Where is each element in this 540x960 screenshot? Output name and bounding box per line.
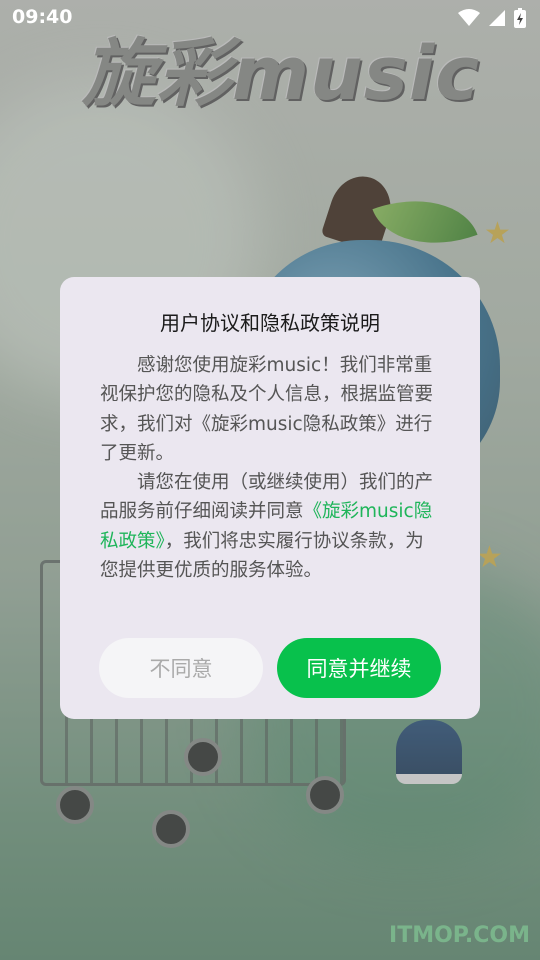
status-time: 09:40 xyxy=(12,6,73,28)
dialog-body: 感谢您使用旋彩music！我们非常重视保护您的隐私及个人信息，根据监管要求，我们… xyxy=(100,351,442,585)
privacy-policy-dialog: 用户协议和隐私政策说明 感谢您使用旋彩music！我们非常重视保护您的隐私及个人… xyxy=(60,277,480,719)
dialog-title: 用户协议和隐私政策说明 xyxy=(160,311,380,335)
dialog-paragraph-1: 感谢您使用旋彩music！我们非常重视保护您的隐私及个人信息，根据监管要求，我们… xyxy=(100,355,434,464)
status-bar: 09:40 xyxy=(0,0,540,36)
agree-continue-button[interactable]: 同意并继续 xyxy=(277,638,441,698)
battery-icon xyxy=(514,8,526,28)
signal-icon xyxy=(489,10,505,26)
wifi-icon xyxy=(458,9,480,26)
dialog-paragraph-2: 请您在使用（或继续使用）我们的产品服务前仔细阅读并同意《旋彩music隐私政策》… xyxy=(100,468,442,585)
decline-button[interactable]: 不同意 xyxy=(99,638,263,698)
